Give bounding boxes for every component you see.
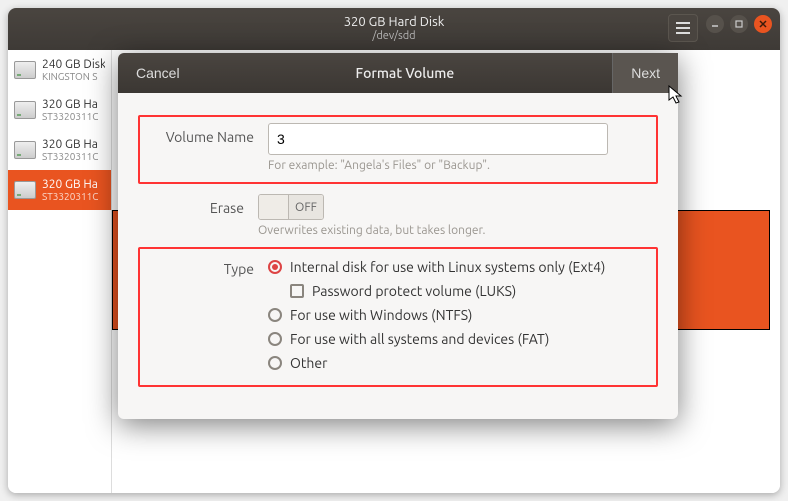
type-section: Type Internal disk for use with Linux sy… xyxy=(138,247,658,387)
type-option-luks[interactable]: Password protect volume (LUKS) xyxy=(290,279,648,303)
type-option-label: Internal disk for use with Linux systems… xyxy=(290,259,605,275)
radio-icon xyxy=(268,260,282,274)
app-menu-button[interactable] xyxy=(668,14,698,42)
erase-label: Erase xyxy=(138,194,258,216)
disk-icon xyxy=(14,141,36,159)
radio-icon xyxy=(268,332,282,346)
radio-icon xyxy=(268,308,282,322)
sidebar-item[interactable]: 240 GB Disk KINGSTON S xyxy=(8,50,111,90)
close-button[interactable] xyxy=(754,15,772,33)
type-label: Type xyxy=(148,255,268,277)
sidebar-item[interactable]: 320 GB Ha ST3320311C xyxy=(8,170,111,210)
dialog-header: Cancel Format Volume Next xyxy=(118,53,678,93)
sidebar-item-label: 320 GB Ha xyxy=(42,138,98,151)
disk-icon xyxy=(14,101,36,119)
radio-icon xyxy=(268,356,282,370)
checkbox-icon xyxy=(290,284,304,298)
maximize-button[interactable] xyxy=(730,15,748,33)
window-subtitle: /dev/sdd xyxy=(344,30,445,43)
erase-toggle[interactable]: OFF xyxy=(258,194,324,220)
minimize-button[interactable] xyxy=(706,15,724,33)
sidebar-item[interactable]: 320 GB Ha ST3320311C xyxy=(8,130,111,170)
type-option-fat[interactable]: For use with all systems and devices (FA… xyxy=(268,327,648,351)
sidebar-item-label: 240 GB Disk xyxy=(42,58,105,71)
type-option-label: For use with all systems and devices (FA… xyxy=(290,331,549,347)
next-button[interactable]: Next xyxy=(612,53,678,93)
disk-icon xyxy=(14,61,36,79)
sidebar-item-sublabel: ST3320311C xyxy=(42,191,98,202)
type-option-other[interactable]: Other xyxy=(268,351,648,375)
type-option-ntfs[interactable]: For use with Windows (NTFS) xyxy=(268,303,648,327)
sidebar-item[interactable]: 320 GB Ha ST3320311C xyxy=(8,90,111,130)
type-option-label: Other xyxy=(290,355,327,371)
volume-name-section: Volume Name For example: "Angela's Files… xyxy=(138,115,658,184)
type-option-label: Password protect volume (LUKS) xyxy=(312,283,516,299)
volume-name-input[interactable] xyxy=(268,123,608,155)
erase-toggle-state: OFF xyxy=(289,195,323,219)
sidebar-item-sublabel: KINGSTON S xyxy=(42,71,105,82)
type-option-label: For use with Windows (NTFS) xyxy=(290,307,472,323)
sidebar-item-sublabel: ST3320311C xyxy=(42,151,98,162)
sidebar-item-label: 320 GB Ha xyxy=(42,98,98,111)
cancel-button[interactable]: Cancel xyxy=(118,53,198,93)
volume-name-hint: For example: "Angela's Files" or "Backup… xyxy=(268,159,648,172)
volume-name-label: Volume Name xyxy=(148,123,268,145)
sidebar-item-sublabel: ST3320311C xyxy=(42,111,98,122)
device-sidebar: 240 GB Disk KINGSTON S 320 GB Ha ST33203… xyxy=(8,50,112,493)
format-volume-dialog: Cancel Format Volume Next Volume Name Fo… xyxy=(118,53,678,419)
titlebar: 320 GB Hard Disk /dev/sdd xyxy=(8,8,780,50)
window-title: 320 GB Hard Disk xyxy=(344,15,445,31)
dialog-title: Format Volume xyxy=(198,65,613,81)
disk-icon xyxy=(14,181,36,199)
erase-hint: Overwrites existing data, but takes long… xyxy=(258,224,658,237)
type-option-ext4[interactable]: Internal disk for use with Linux systems… xyxy=(268,255,648,279)
sidebar-item-label: 320 GB Ha xyxy=(42,178,98,191)
